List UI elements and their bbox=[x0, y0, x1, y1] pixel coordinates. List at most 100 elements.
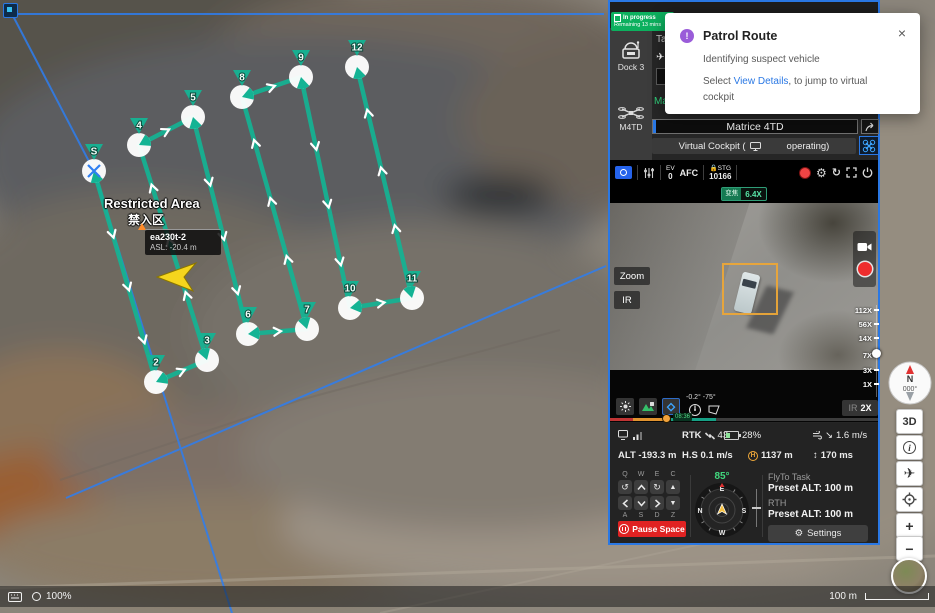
settings-button[interactable]: ⚙ Settings bbox=[768, 525, 868, 542]
zoom-level: 56X bbox=[859, 320, 872, 329]
target-tracking-box bbox=[722, 263, 778, 315]
share-arrow-icon bbox=[865, 122, 876, 132]
descend-button[interactable]: ▼ bbox=[666, 496, 680, 510]
ir-zoom-chip[interactable]: IR2X bbox=[842, 400, 878, 416]
signal-bars-icon bbox=[633, 431, 643, 440]
rtk-status: RTK 43 bbox=[682, 430, 728, 441]
keyboard-icon[interactable] bbox=[8, 592, 22, 602]
camera-icon[interactable] bbox=[615, 166, 632, 179]
camera-toolbar: EV0 AFC 🔒STG10166 ⚙ ↻ bbox=[610, 160, 878, 185]
status-bar: 100% 100 m bbox=[0, 586, 935, 607]
svg-text:4: 4 bbox=[136, 121, 142, 132]
backward-button[interactable] bbox=[634, 496, 648, 510]
home-icon: H bbox=[748, 451, 758, 461]
ir-lens-button[interactable]: IR bbox=[614, 291, 640, 309]
svg-text:3: 3 bbox=[204, 336, 210, 347]
record-button[interactable] bbox=[858, 262, 872, 276]
ascend-button[interactable]: ▲ bbox=[666, 480, 680, 494]
satellite-icon bbox=[705, 431, 715, 440]
view-details-link[interactable]: View Details bbox=[734, 76, 789, 87]
quadcopter-icon bbox=[862, 139, 876, 153]
waypoint-marker[interactable]: 9 bbox=[289, 50, 313, 89]
pause-icon bbox=[619, 524, 629, 534]
map-zoom-in-button[interactable]: + bbox=[896, 513, 923, 538]
yaw-left-button[interactable]: ↺ bbox=[618, 480, 632, 494]
camera-feed[interactable]: Zoom IR bbox=[610, 203, 878, 370]
key-label-s: S bbox=[634, 512, 648, 519]
info-icon: i bbox=[903, 441, 916, 454]
zoom-level: 3X bbox=[863, 366, 872, 375]
gear-icon[interactable]: ⚙ bbox=[816, 166, 827, 180]
svg-text:8: 8 bbox=[239, 73, 245, 84]
zoom-slider-handle[interactable] bbox=[872, 349, 881, 358]
camera-settings-sliders-icon[interactable] bbox=[643, 167, 655, 179]
camcorder-icon[interactable] bbox=[857, 242, 872, 252]
progress-handle[interactable] bbox=[662, 414, 671, 423]
key-label-q: Q bbox=[618, 471, 632, 478]
brightness-button[interactable] bbox=[616, 398, 634, 415]
close-icon[interactable]: × bbox=[898, 25, 906, 41]
gimbal-attitude-icons bbox=[688, 403, 722, 417]
svg-text:W: W bbox=[719, 530, 726, 537]
sidebar-item-drone[interactable]: M4TD bbox=[610, 104, 652, 132]
ev-indicator[interactable]: EV0 bbox=[666, 165, 675, 181]
flyto-preset-alt: Preset ALT: 100 m bbox=[768, 483, 853, 494]
waypoint-marker[interactable]: 5 bbox=[181, 90, 205, 129]
yaw-right-button[interactable]: ↻ bbox=[650, 480, 664, 494]
afc-indicator[interactable]: AFC bbox=[680, 168, 699, 178]
compass-heading-value: 000° bbox=[903, 385, 918, 393]
device-sidebar: Dock 3 M4TD bbox=[610, 28, 652, 162]
zoom-level-ruler[interactable]: 112X 56X 14X 7X 3X 1X bbox=[848, 305, 880, 397]
alert-icon: ! bbox=[680, 29, 694, 43]
fullscreen-icon[interactable] bbox=[846, 167, 857, 178]
waypoint-marker[interactable]: 6 bbox=[236, 307, 260, 346]
scene-mode-button[interactable] bbox=[639, 398, 657, 415]
refresh-icon[interactable]: ↻ bbox=[832, 166, 841, 179]
waypoint-marker[interactable]: 7 bbox=[295, 302, 319, 341]
gimbal-angles: -0.2° -75° bbox=[686, 394, 716, 401]
storage-indicator[interactable]: 🔒STG10166 bbox=[709, 165, 731, 181]
map-info-button[interactable]: i bbox=[896, 435, 923, 460]
battery-status: 28% bbox=[724, 430, 761, 441]
waypoint-marker[interactable]: 11 bbox=[400, 271, 424, 310]
left-button[interactable] bbox=[618, 496, 632, 510]
home-distance: H 1137 m bbox=[748, 450, 793, 461]
waypoint-marker[interactable]: 4 bbox=[127, 118, 151, 157]
waypoint-marker[interactable]: 12 bbox=[345, 40, 369, 79]
virtual-cockpit-bar[interactable]: Virtual Cockpit ( operating) bbox=[652, 138, 856, 154]
pause-button[interactable]: Pause Space bbox=[618, 521, 686, 537]
svg-text:7: 7 bbox=[304, 305, 310, 316]
zoom-lens-button[interactable]: Zoom bbox=[614, 267, 650, 285]
map-locate-button[interactable] bbox=[896, 487, 923, 512]
waypoint-marker[interactable]: S bbox=[82, 144, 106, 183]
map-aircraft-button[interactable]: ✈ bbox=[896, 461, 923, 486]
sidebar-item-dock[interactable]: Dock 3 bbox=[610, 40, 652, 72]
jump-to-aircraft-button[interactable] bbox=[861, 119, 879, 134]
drone-icon bbox=[618, 104, 644, 122]
map-mini-icon[interactable] bbox=[3, 3, 18, 18]
right-button[interactable] bbox=[650, 496, 664, 510]
waypoint-marker[interactable]: 10 bbox=[338, 281, 362, 320]
cockpit-drone-button[interactable] bbox=[859, 136, 879, 155]
map-3d-button[interactable]: 3D bbox=[896, 409, 923, 434]
record-icon[interactable] bbox=[799, 167, 811, 179]
waypoint-marker[interactable]: 8 bbox=[230, 70, 254, 109]
app-window: S23456789101112 Restricted Area 禁入区 ea23… bbox=[0, 0, 935, 613]
zoom-factor-chip[interactable]: 变焦 6.4X bbox=[721, 187, 766, 201]
forward-button[interactable] bbox=[634, 480, 648, 494]
dock-label: Dock 3 bbox=[610, 62, 652, 72]
map-compass[interactable]: N 000° bbox=[888, 361, 933, 406]
restricted-area-label: Restricted Area bbox=[104, 196, 200, 211]
dock-station-icon bbox=[619, 40, 643, 62]
power-icon[interactable] bbox=[862, 167, 873, 178]
plane-icon: ✈ bbox=[656, 52, 664, 63]
attitude-compass[interactable]: E S W N bbox=[694, 482, 750, 538]
notification-popup: ! Patrol Route × Identifying suspect veh… bbox=[665, 13, 920, 114]
progress-track bbox=[716, 418, 878, 421]
telemetry-panel: RTK 43 28% ↘1.6 m/s ALT -193.3 m H.S 0.1… bbox=[610, 423, 878, 469]
aircraft-selector[interactable]: Matrice 4TD bbox=[652, 119, 858, 134]
scale-label: 100 m bbox=[829, 591, 857, 602]
key-label-c: C bbox=[666, 471, 680, 478]
flight-control-section: Q W E C ↺ ↻ ▲ ▼ A S D Z bbox=[610, 469, 878, 543]
gimbal-pitch-handle[interactable] bbox=[752, 507, 761, 509]
